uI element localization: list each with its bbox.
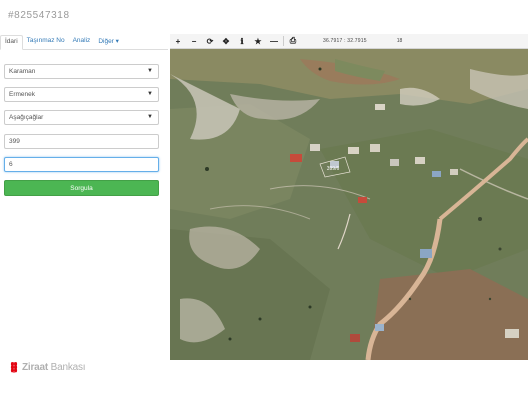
tab-diger[interactable]: Diğer ▾ [94,35,123,49]
locate-icon[interactable]: ✥ [218,34,234,49]
neighborhood-select[interactable]: Aşağıçağlar ▼ [4,110,159,125]
parcel-input[interactable]: 6 [4,157,159,172]
block-value: 399 [9,138,20,145]
brand-logo: Ziraat Bankası [9,361,86,374]
map-view[interactable]: + − ⟳ ✥ ℹ ★ — ⎙ 36.7917 : 32.7915 18 399… [170,34,528,360]
province-select[interactable]: Karaman ▼ [4,64,159,79]
query-button[interactable]: Sorgula [4,180,159,196]
tab-idari[interactable]: İdari [0,35,23,50]
chevron-down-icon: ▼ [147,91,153,97]
map-toolbar: + − ⟳ ✥ ℹ ★ — ⎙ 36.7917 : 32.7915 18 [170,34,528,49]
coordinate-readout: 36.7917 : 32.7915 [323,38,367,44]
parcel-value: 6 [9,161,13,168]
chevron-down-icon: ▼ [147,114,153,120]
plus-icon[interactable]: + [170,34,186,49]
toolbar-divider [283,36,284,46]
query-tabs: İdari Taşınmaz No Analiz Diğer ▾ [0,34,168,50]
parcel-label: 399/6 [327,166,340,172]
listing-id: #825547318 [8,10,70,21]
district-value: Ermenek [9,91,36,98]
tab-analiz[interactable]: Analiz [69,35,95,49]
chevron-down-icon: ▼ [147,68,153,74]
refresh-icon[interactable]: ⟳ [202,34,218,49]
neighborhood-value: Aşağıçağlar [9,114,44,121]
info-icon[interactable]: ℹ [234,34,250,49]
line-icon[interactable]: — [266,34,282,49]
tab-tasinmaz-no[interactable]: Taşınmaz No [23,35,69,49]
block-input[interactable]: 399 [4,134,159,149]
star-icon[interactable]: ★ [250,34,266,49]
district-select[interactable]: Ermenek ▼ [4,87,159,102]
province-value: Karaman [9,68,36,75]
brand-name: Ziraat Bankası [22,362,86,373]
zoom-level: 18 [396,38,403,44]
wheat-icon [10,362,18,373]
query-panel: İdari Taşınmaz No Analiz Diğer ▾ Karaman… [0,34,168,364]
print-icon[interactable]: ⎙ [285,34,301,49]
minus-icon[interactable]: − [186,34,202,49]
satellite-imagery: 399/6 [170,49,528,360]
